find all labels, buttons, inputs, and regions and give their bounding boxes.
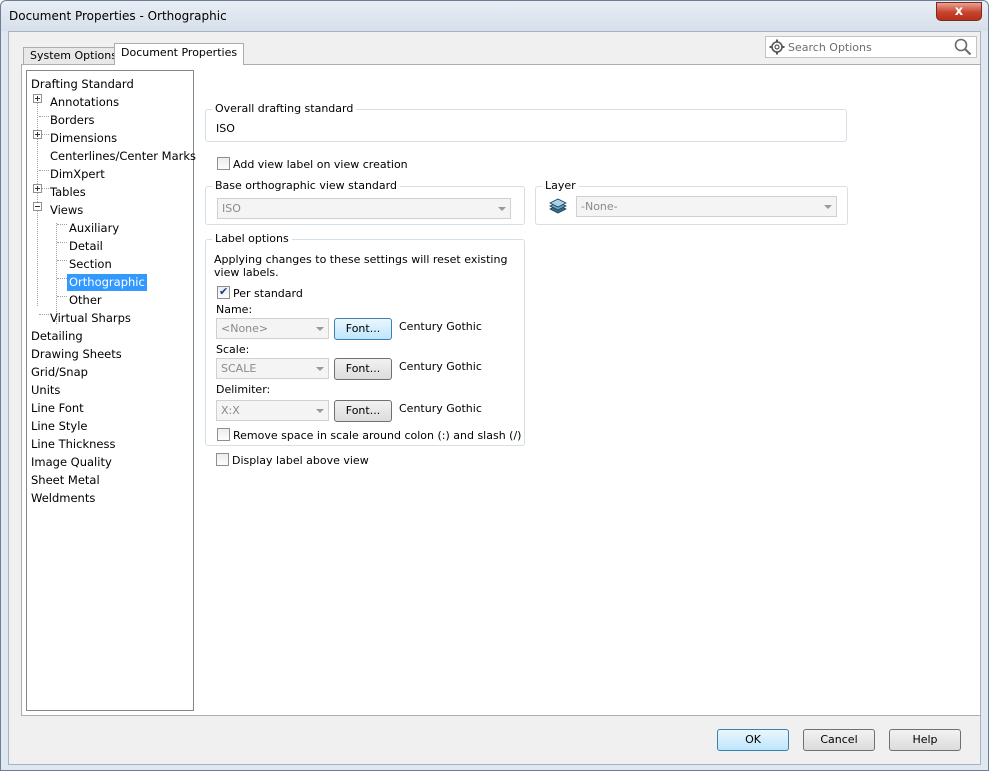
tree-item-section[interactable]: Section [69, 256, 112, 273]
name-select[interactable]: <None> [216, 318, 329, 339]
tree-item-annotations[interactable]: Annotations [50, 94, 119, 111]
tree-item-line-thickness[interactable]: Line Thickness [31, 436, 115, 453]
tree-item-detailing[interactable]: Detailing [31, 328, 83, 345]
chevron-down-icon [824, 205, 832, 209]
scale-value: SCALE [221, 362, 257, 375]
expand-tables-icon[interactable] [33, 184, 42, 193]
add-view-label-checkbox[interactable] [217, 157, 230, 170]
overall-standard-label: Overall drafting standard [212, 102, 357, 115]
tree-item-weldments[interactable]: Weldments [31, 490, 95, 507]
tree-item-other[interactable]: Other [69, 292, 102, 309]
overall-standard-group: Overall drafting standard ISO [205, 102, 847, 142]
tree-item-sheet-metal[interactable]: Sheet Metal [31, 472, 100, 489]
tree-item-line-style[interactable]: Line Style [31, 418, 88, 435]
add-view-label-text: Add view label on view creation [233, 158, 408, 171]
tree-item-dimensions[interactable]: Dimensions [50, 130, 117, 147]
per-standard-label: Per standard [233, 287, 303, 300]
layers-icon [549, 198, 567, 214]
scale-select[interactable]: SCALE [216, 358, 329, 379]
chevron-down-icon [316, 367, 324, 371]
expand-annotations-icon[interactable] [33, 94, 42, 103]
search-placeholder: Search Options [788, 41, 872, 54]
label-options-group: Label options Applying changes to these … [205, 232, 525, 446]
dialog-window: Document Properties - Orthographic x Sys… [0, 0, 989, 771]
layer-select[interactable]: -None- [576, 196, 837, 217]
chevron-down-icon [498, 207, 506, 211]
base-view-standard-label: Base orthographic view standard [212, 179, 400, 192]
gear-icon [769, 39, 785, 55]
scale-font-button[interactable]: Font... [334, 358, 392, 380]
scale-font-name: Century Gothic [399, 360, 482, 373]
delimiter-label: Delimiter: [216, 383, 271, 396]
tree-item-centerlines[interactable]: Centerlines/Center Marks [50, 148, 196, 165]
scale-label: Scale: [216, 343, 250, 356]
tree-item-grid-snap[interactable]: Grid/Snap [31, 364, 88, 381]
collapse-views-icon[interactable] [33, 202, 42, 211]
tree-item-drawing-sheets[interactable]: Drawing Sheets [31, 346, 122, 363]
delimiter-select[interactable]: X:X [216, 400, 329, 421]
per-standard-checkbox[interactable] [217, 285, 230, 299]
tab-system-options[interactable]: System Options [23, 47, 124, 64]
window-title: Document Properties - Orthographic [9, 9, 227, 23]
layer-value: -None- [581, 200, 618, 213]
tab-document-properties[interactable]: Document Properties [114, 43, 245, 65]
tree-item-auxiliary[interactable]: Auxiliary [69, 220, 119, 237]
label-options-note-line1: Applying changes to these settings will … [214, 253, 508, 266]
help-button[interactable]: Help [889, 729, 961, 751]
remove-space-label: Remove space in scale around colon (:) a… [233, 429, 522, 442]
tree-item-image-quality[interactable]: Image Quality [31, 454, 112, 471]
display-label-above-checkbox[interactable] [216, 453, 229, 466]
name-font-button[interactable]: Font... [334, 318, 392, 340]
base-view-standard-group: Base orthographic view standard ISO [205, 179, 525, 225]
remove-space-checkbox[interactable] [217, 428, 230, 441]
close-button[interactable]: x [936, 2, 982, 21]
tree-item-orthographic[interactable]: Orthographic [67, 274, 147, 291]
title-bar[interactable]: Document Properties - Orthographic x [1, 1, 988, 31]
delimiter-font-name: Century Gothic [399, 402, 482, 415]
label-options-note-line2: view labels. [214, 266, 279, 279]
tree-item-borders[interactable]: Borders [50, 112, 95, 129]
base-view-standard-value: ISO [222, 202, 241, 215]
tree-item-views[interactable]: Views [50, 202, 83, 219]
dialog-client: System Options Document Properties Searc… [8, 31, 981, 765]
display-label-above-text: Display label above view [232, 454, 369, 467]
tree-item-detail[interactable]: Detail [69, 238, 103, 255]
document-properties-panel: Drafting Standard Annotations Borders Di… [21, 64, 981, 716]
delimiter-font-button[interactable]: Font... [334, 400, 392, 422]
expand-dimensions-icon[interactable] [33, 130, 42, 139]
tree-item-tables[interactable]: Tables [50, 184, 86, 201]
name-font-name: Century Gothic [399, 320, 482, 333]
overall-standard-value: ISO [216, 122, 235, 135]
tree-item-units[interactable]: Units [31, 382, 60, 399]
search-icon[interactable] [954, 38, 972, 56]
search-options-field[interactable]: Search Options [765, 36, 977, 58]
chevron-down-icon [316, 409, 324, 413]
chevron-down-icon [316, 327, 324, 331]
base-view-standard-select[interactable]: ISO [217, 198, 511, 219]
tree-item-drafting-standard[interactable]: Drafting Standard [31, 76, 134, 93]
label-options-title: Label options [212, 232, 292, 245]
options-tree[interactable]: Drafting Standard Annotations Borders Di… [26, 70, 196, 711]
cancel-button[interactable]: Cancel [803, 729, 875, 751]
ok-button[interactable]: OK [717, 729, 789, 751]
tree-item-virtual-sharps[interactable]: Virtual Sharps [50, 310, 131, 327]
delimiter-value: X:X [221, 404, 240, 417]
layer-label: Layer [542, 179, 579, 192]
name-label: Name: [216, 303, 253, 316]
name-value: <None> [221, 322, 269, 335]
layer-group: Layer -None- [535, 179, 848, 225]
tree-item-line-font[interactable]: Line Font [31, 400, 84, 417]
tree-item-dimxpert[interactable]: DimXpert [50, 166, 105, 183]
